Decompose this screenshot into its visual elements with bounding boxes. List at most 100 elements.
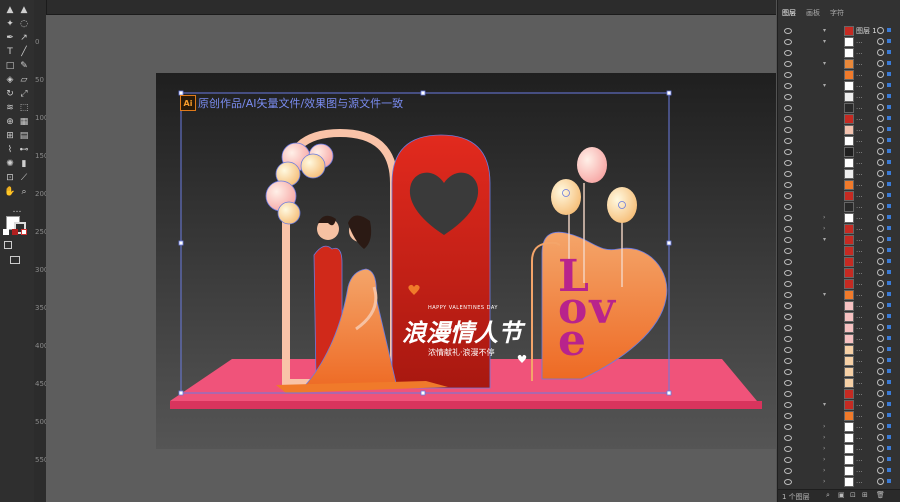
free-transform-tool-icon[interactable]: ⬚	[18, 102, 30, 114]
expand-arrow-icon[interactable]: ›	[823, 478, 825, 485]
layer-row[interactable]: ...	[778, 136, 900, 146]
layer-name[interactable]: ...	[856, 191, 863, 199]
layer-row[interactable]: ...	[778, 92, 900, 102]
delete-layer-icon[interactable]: 🗑	[876, 491, 885, 499]
layer-name[interactable]: ...	[856, 235, 863, 243]
visibility-eye-icon[interactable]	[784, 358, 792, 364]
none-mode-icon[interactable]	[21, 229, 27, 235]
layer-name[interactable]: ...	[856, 455, 863, 463]
rotate-tool-icon[interactable]: ↻	[4, 88, 16, 100]
visibility-eye-icon[interactable]	[784, 347, 792, 353]
target-circle-icon[interactable]	[877, 181, 884, 188]
layer-row[interactable]: ...	[778, 345, 900, 355]
layer-row[interactable]: ...	[778, 70, 900, 80]
expand-arrow-icon[interactable]: ›	[823, 423, 825, 430]
layer-name[interactable]: ...	[856, 125, 863, 133]
visibility-eye-icon[interactable]	[784, 94, 792, 100]
layer-name[interactable]: ...	[856, 345, 863, 353]
target-circle-icon[interactable]	[877, 467, 884, 474]
visibility-eye-icon[interactable]	[784, 149, 792, 155]
layer-name[interactable]: ...	[856, 290, 863, 298]
visibility-eye-icon[interactable]	[784, 182, 792, 188]
layer-row[interactable]: ›...	[778, 444, 900, 454]
eraser-tool-icon[interactable]: ▱	[18, 74, 30, 86]
edit-toolbar-icon[interactable]: …	[11, 204, 23, 216]
tab-artboards[interactable]: 画板	[806, 8, 820, 22]
layer-row[interactable]: ...	[778, 169, 900, 179]
screen-mode-icon[interactable]	[10, 256, 20, 264]
visibility-eye-icon[interactable]	[784, 105, 792, 111]
visibility-eye-icon[interactable]	[784, 39, 792, 45]
target-circle-icon[interactable]	[877, 27, 884, 34]
layer-row[interactable]: ...	[778, 378, 900, 388]
layer-row[interactable]: ▾...	[778, 59, 900, 69]
blend-tool-icon[interactable]: ⊷	[18, 144, 30, 156]
target-circle-icon[interactable]	[877, 258, 884, 265]
target-circle-icon[interactable]	[877, 82, 884, 89]
visibility-eye-icon[interactable]	[784, 314, 792, 320]
scale-tool-icon[interactable]: ⤢	[18, 88, 30, 100]
layer-row[interactable]: ›...	[778, 466, 900, 476]
layer-name[interactable]: ...	[856, 59, 863, 67]
layer-name[interactable]: ...	[856, 400, 863, 408]
expand-arrow-icon[interactable]: ▾	[823, 60, 826, 67]
layer-name[interactable]: ...	[856, 334, 863, 342]
layer-name[interactable]: ...	[856, 444, 863, 452]
target-circle-icon[interactable]	[877, 291, 884, 298]
shape-builder-tool-icon[interactable]: ⊕	[4, 116, 16, 128]
artboard[interactable]: Ai 原创作品/AI矢量文件/效果图与源文件一致 Love HAPPY VALE…	[156, 73, 776, 449]
type-tool-icon[interactable]: T	[4, 46, 16, 58]
layer-name[interactable]: ...	[856, 433, 863, 441]
visibility-eye-icon[interactable]	[784, 215, 792, 221]
visibility-eye-icon[interactable]	[784, 435, 792, 441]
visibility-eye-icon[interactable]	[784, 237, 792, 243]
mesh-tool-icon[interactable]: ⊞	[4, 130, 16, 142]
expand-arrow-icon[interactable]: ▾	[823, 38, 826, 45]
target-circle-icon[interactable]	[877, 401, 884, 408]
layer-row[interactable]: ...	[778, 279, 900, 289]
direct-selection-tool-icon[interactable]: ▲	[18, 4, 30, 16]
gradient-tool-icon[interactable]: ▤	[18, 130, 30, 142]
pen-tool-icon[interactable]: ✒	[4, 32, 16, 44]
curvature-tool-icon[interactable]: ↗	[18, 32, 30, 44]
layer-row[interactable]: ...	[778, 367, 900, 377]
target-circle-icon[interactable]	[877, 423, 884, 430]
layer-name[interactable]: ...	[856, 202, 863, 210]
layer-row[interactable]: ...	[778, 268, 900, 278]
visibility-eye-icon[interactable]	[784, 61, 792, 67]
layer-row[interactable]: ...	[778, 301, 900, 311]
layer-row[interactable]: ›...	[778, 224, 900, 234]
visibility-eye-icon[interactable]	[784, 50, 792, 56]
layer-row[interactable]: ...	[778, 125, 900, 135]
layer-row[interactable]: ▾...	[778, 81, 900, 91]
expand-arrow-icon[interactable]: ›	[823, 225, 825, 232]
layer-name[interactable]: ...	[856, 48, 863, 56]
layer-name[interactable]: ...	[856, 356, 863, 364]
expand-arrow-icon[interactable]: ▾	[823, 236, 826, 243]
layer-row[interactable]: ...	[778, 202, 900, 212]
target-circle-icon[interactable]	[877, 126, 884, 133]
layer-row[interactable]: ...	[778, 389, 900, 399]
layer-name[interactable]: ...	[856, 422, 863, 430]
layer-row[interactable]: ...	[778, 411, 900, 421]
layer-row[interactable]: ▾...	[778, 235, 900, 245]
shaper-tool-icon[interactable]: ◈	[4, 74, 16, 86]
gradient-mode-icon[interactable]	[12, 229, 18, 235]
tab-character[interactable]: 字符	[830, 8, 844, 22]
expand-arrow-icon[interactable]: ▾	[823, 291, 826, 298]
target-circle-icon[interactable]	[877, 148, 884, 155]
layer-row[interactable]: ...	[778, 323, 900, 333]
layer-name[interactable]: ...	[856, 257, 863, 265]
paintbrush-tool-icon[interactable]: ✎	[18, 60, 30, 72]
target-circle-icon[interactable]	[877, 412, 884, 419]
layer-row[interactable]: ›...	[778, 455, 900, 465]
target-circle-icon[interactable]	[877, 247, 884, 254]
target-circle-icon[interactable]	[877, 324, 884, 331]
visibility-eye-icon[interactable]	[784, 292, 792, 298]
make-clipping-mask-icon[interactable]: ▣	[838, 491, 845, 499]
slice-tool-icon[interactable]: ⟋	[18, 172, 30, 184]
visibility-eye-icon[interactable]	[784, 171, 792, 177]
layer-name[interactable]: ...	[856, 246, 863, 254]
layer-name[interactable]: ...	[856, 158, 863, 166]
expand-arrow-icon[interactable]: ›	[823, 456, 825, 463]
